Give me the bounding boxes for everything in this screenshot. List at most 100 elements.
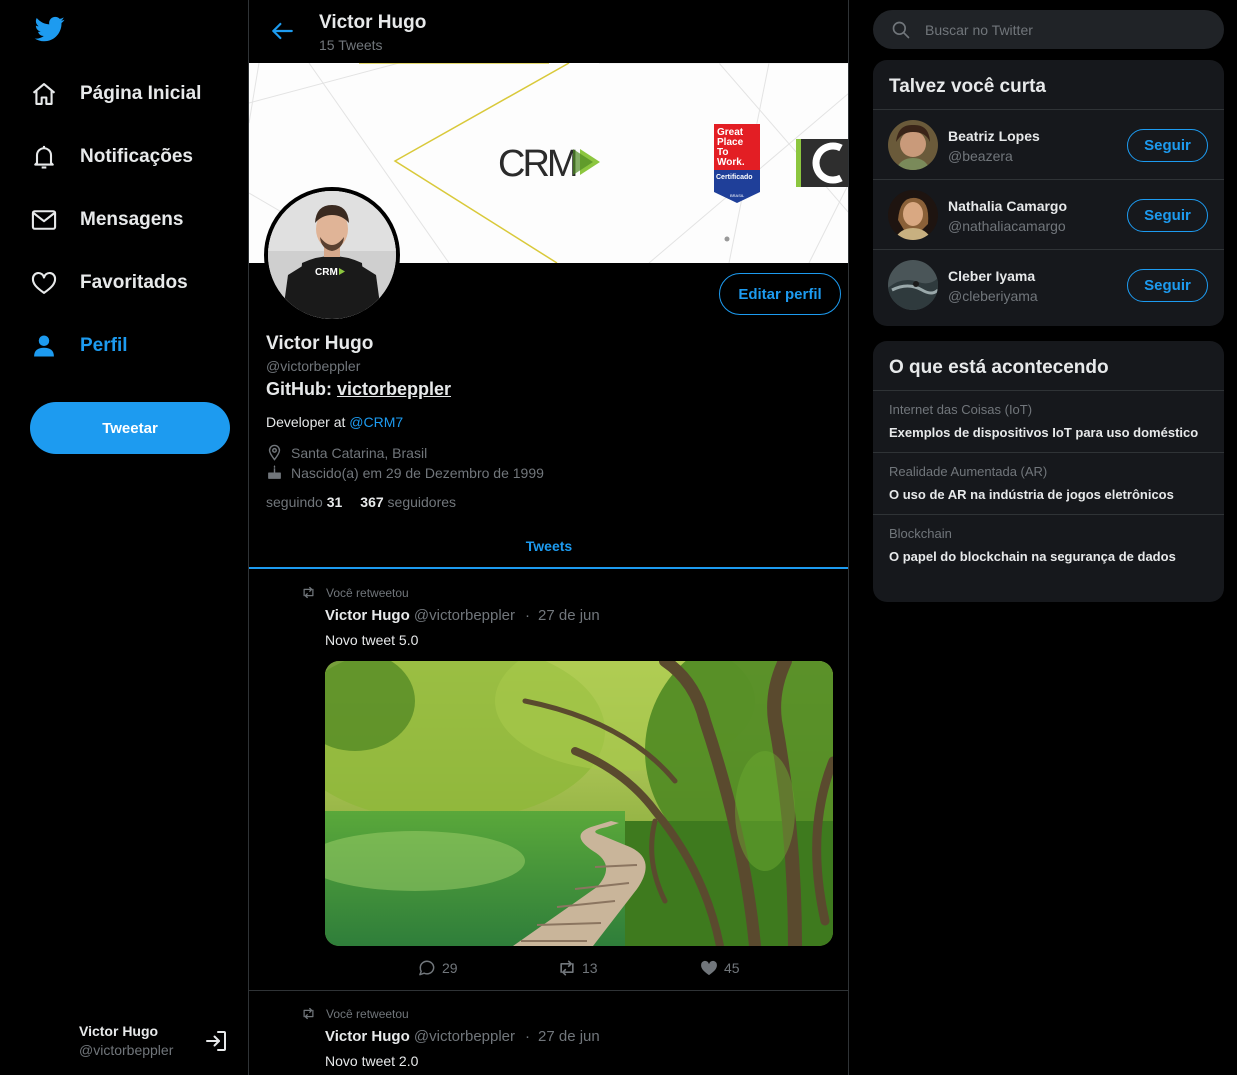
reply-icon: [419, 960, 435, 976]
tweet-button[interactable]: Tweetar: [30, 402, 230, 454]
nav-item-home[interactable]: Página Inicial: [30, 74, 201, 114]
heart-icon: [31, 271, 57, 294]
retweet-count: 13: [582, 960, 598, 976]
nav-item-notifications[interactable]: Notificações: [30, 137, 193, 177]
tweet-item[interactable]: Você retweetou Victor Hugo @victorbepple…: [249, 992, 848, 1075]
follow-button[interactable]: Seguir: [1127, 129, 1208, 162]
trend-category: Internet das Coisas (IoT): [889, 402, 1033, 417]
mail-icon: [31, 210, 57, 230]
profile-avatar-photo: CRM: [268, 191, 396, 319]
trend-category: Blockchain: [889, 526, 952, 541]
back-arrow-icon[interactable]: [269, 18, 295, 44]
followers-count: 367: [360, 494, 384, 510]
trend-item[interactable]: Realidade Aumentada (AR) O uso de AR na …: [873, 453, 1224, 515]
profile-location: Santa Catarina, Brasil: [266, 444, 427, 461]
suggestion-item[interactable]: Beatriz Lopes @beazera Seguir: [873, 110, 1224, 180]
tweet-text: Novo tweet 2.0: [325, 1053, 419, 1069]
forest-boardwalk-photo: [325, 661, 833, 946]
follow-button[interactable]: Seguir: [1127, 199, 1208, 232]
tweet-item[interactable]: Você retweetou Victor Hugo @victorbepple…: [249, 571, 848, 991]
tweet-date[interactable]: 27 de jun: [538, 607, 600, 624]
github-prefix: GitHub:: [266, 379, 337, 399]
retweet-label: Você retweetou: [326, 585, 409, 600]
nav-label-profile: Perfil: [80, 335, 128, 356]
suggestion-avatar[interactable]: [888, 190, 938, 240]
logout-icon[interactable]: [204, 1029, 228, 1053]
partner-logo: [796, 139, 848, 187]
trend-category: Realidade Aumentada (AR): [889, 464, 1048, 479]
trends-title: O que está acontecendo: [873, 341, 1224, 391]
retweet-label: Você retweetou: [326, 1006, 409, 1021]
suggestion-avatar[interactable]: [888, 260, 938, 310]
nav-item-favorites[interactable]: Favoritados: [30, 263, 188, 303]
follow-button[interactable]: Seguir: [1127, 269, 1208, 302]
birthday-cake-icon: [268, 465, 281, 479]
app-root: Página Inicial Notificações Mensagens Fa…: [0, 0, 1237, 1075]
nav-label-favorites: Favoritados: [80, 272, 188, 293]
followers-label: seguidores: [387, 494, 457, 510]
following-count: 31: [326, 494, 343, 510]
followers-link[interactable]: 367 seguidores: [360, 494, 456, 510]
tweet-separator: ·: [525, 1028, 531, 1045]
banner-dot: [724, 236, 730, 242]
header-profile-name: Victor Hugo: [319, 12, 427, 33]
suggestion-handle: @nathaliacamargo: [948, 218, 1066, 234]
suggestion-name: Cleber Iyama: [948, 268, 1036, 284]
suggestion-avatar[interactable]: [888, 120, 938, 170]
profile-avatar[interactable]: CRM: [264, 187, 400, 323]
like-count: 45: [724, 960, 740, 976]
sidebar-account-name: Victor Hugo: [79, 1023, 159, 1039]
retweet-indicator: Você retweetou: [301, 1006, 409, 1021]
reply-button[interactable]: 29: [417, 958, 557, 978]
trend-item[interactable]: Internet das Coisas (IoT) Exemplos de di…: [873, 391, 1224, 453]
svg-text:Work.: Work.: [717, 157, 745, 168]
profile-github: GitHub: victorbeppler: [266, 379, 451, 400]
following-link[interactable]: seguindo 31: [266, 494, 342, 510]
tweet-media-image[interactable]: [325, 661, 833, 946]
heart-filled-icon: [701, 960, 717, 976]
sidebar-account[interactable]: Victor Hugo @victorbeppler: [79, 1023, 173, 1058]
nav-item-messages[interactable]: Mensagens: [30, 200, 183, 240]
tweet-author-name[interactable]: Victor Hugo: [325, 1028, 410, 1045]
svg-text:CRM: CRM: [315, 267, 338, 278]
profile-header-bar: Victor Hugo 15 Tweets: [249, 0, 848, 63]
left-sidebar: Página Inicial Notificações Mensagens Fa…: [0, 0, 248, 1075]
who-to-follow-card: Talvez você curta Beatriz Lopes @beazera…: [873, 60, 1224, 326]
trend-title: Exemplos de dispositivos IoT para uso do…: [889, 425, 1199, 440]
sidebar-account-handle: @victorbeppler: [79, 1042, 174, 1058]
svg-text:BRASIL: BRASIL: [730, 193, 745, 198]
location-pin-icon: [268, 444, 281, 461]
twitter-logo-icon[interactable]: [33, 14, 67, 44]
edit-profile-button[interactable]: Editar perfil: [719, 273, 841, 315]
location-text: Santa Catarina, Brasil: [291, 444, 428, 461]
github-link[interactable]: victorbeppler: [337, 379, 451, 399]
suggestion-handle: @beazera: [948, 148, 1013, 164]
home-icon: [32, 83, 56, 105]
bio-mention-link[interactable]: @CRM7: [349, 414, 403, 430]
trend-item[interactable]: Blockchain O papel do blockchain na segu…: [873, 515, 1224, 576]
retweet-button[interactable]: 13: [557, 958, 699, 978]
who-to-follow-title: Talvez você curta: [873, 60, 1224, 110]
suggestion-handle: @cleberiyama: [948, 288, 1038, 304]
svg-text:Certificado: Certificado: [716, 174, 753, 181]
person-icon: [34, 335, 54, 357]
suggestion-item[interactable]: Nathalia Camargo @nathaliacamargo Seguir: [873, 180, 1224, 250]
trend-title: O uso de AR na indústria de jogos eletrô…: [889, 487, 1174, 502]
nav-label-messages: Mensagens: [80, 209, 184, 230]
retweet-icon: [303, 1007, 314, 1020]
suggestion-item[interactable]: Cleber Iyama @cleberiyama Seguir: [873, 250, 1224, 320]
suggestion-name: Nathalia Camargo: [948, 198, 1068, 214]
nav-item-profile[interactable]: Perfil: [30, 326, 128, 366]
follow-stats: seguindo 31 367 seguidores: [266, 494, 456, 510]
tweet-author-name[interactable]: Victor Hugo: [325, 607, 410, 624]
tweet-date[interactable]: 27 de jun: [538, 1028, 600, 1045]
tab-tweets[interactable]: Tweets: [249, 525, 848, 569]
suggestion-name: Beatriz Lopes: [948, 128, 1040, 144]
like-button[interactable]: 45: [699, 958, 740, 978]
search-bar[interactable]: [873, 10, 1224, 49]
tweet-text: Novo tweet 5.0: [325, 632, 419, 648]
tweet-separator: ·: [525, 607, 531, 624]
search-input[interactable]: [925, 21, 1195, 38]
reply-count: 29: [442, 960, 458, 976]
trend-title: O papel do blockchain na segurança de da…: [889, 549, 1176, 564]
